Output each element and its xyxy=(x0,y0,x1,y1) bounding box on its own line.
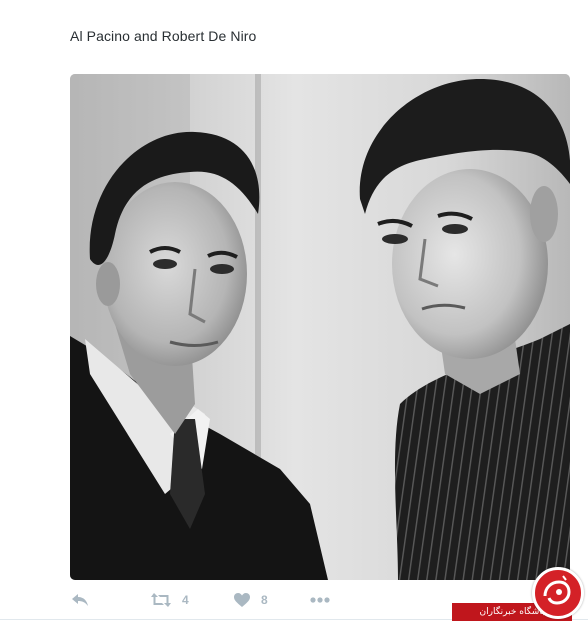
watermark-emblem xyxy=(532,567,584,619)
more-dots-icon xyxy=(310,596,330,604)
retweet-count: 4 xyxy=(182,593,189,607)
like-count: 8 xyxy=(261,593,268,607)
photo-image xyxy=(70,74,570,580)
tweet-photo[interactable] xyxy=(70,74,570,580)
like-button[interactable]: 8 xyxy=(233,590,268,610)
reply-icon xyxy=(70,592,90,608)
retweet-icon xyxy=(150,592,172,608)
reply-button[interactable] xyxy=(70,590,90,610)
more-button[interactable] xyxy=(310,590,330,610)
watermark-logo: باشگاه خبرنگاران xyxy=(452,565,588,622)
tweet-actions: 4 8 xyxy=(70,590,350,612)
tweet-text: Al Pacino and Robert De Niro xyxy=(70,28,257,44)
tweet-view: Al Pacino and Robert De Niro 4 8 باشگاه … xyxy=(0,0,588,622)
heart-icon xyxy=(233,592,251,608)
retweet-button[interactable]: 4 xyxy=(150,590,189,610)
